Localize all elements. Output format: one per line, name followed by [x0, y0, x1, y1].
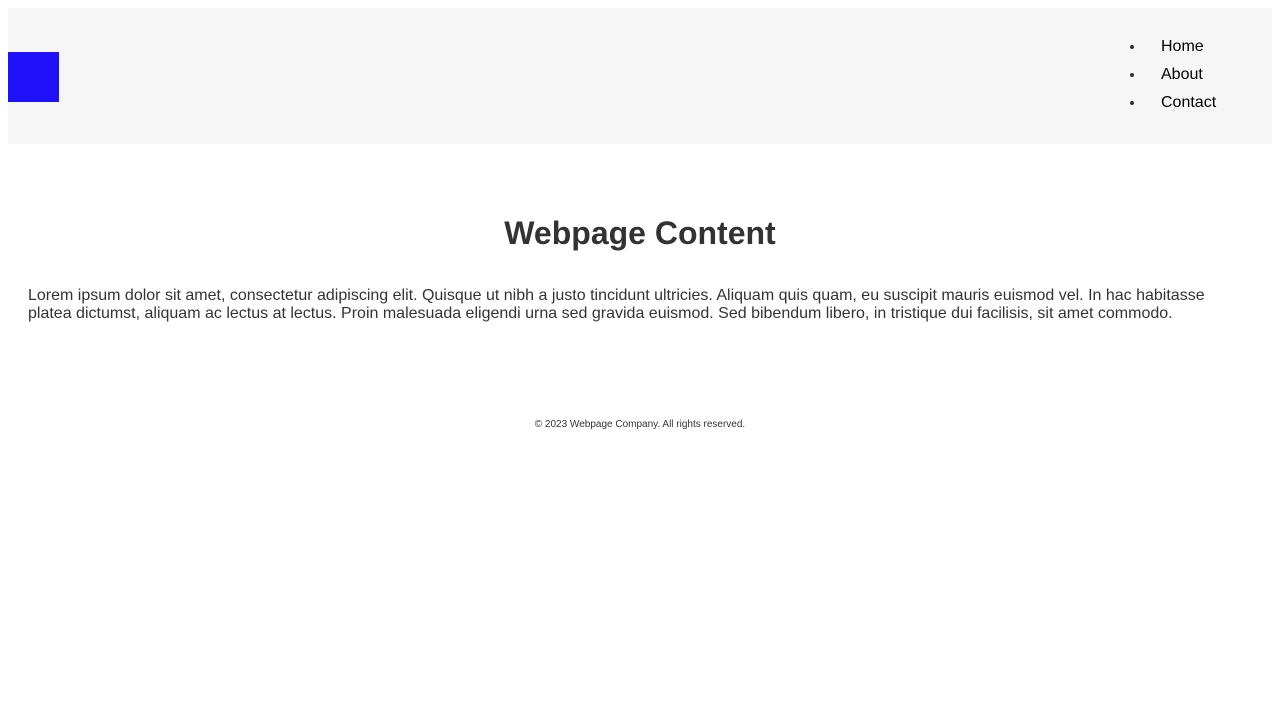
nav-item-home: Home [1145, 34, 1272, 62]
site-header: Home About Contact [8, 8, 1272, 144]
logo[interactable] [8, 51, 59, 102]
copyright-text: © 2023 Webpage Company. All rights reser… [534, 419, 746, 430]
page: Home About Contact Webpage Content Lorem… [0, 0, 1280, 720]
nav-link-contact[interactable]: Contact [1145, 90, 1216, 116]
nav-link-about[interactable]: About [1145, 62, 1203, 88]
main-navigation: Home About Contact [1122, 34, 1272, 118]
page-title: Webpage Content [504, 215, 776, 251]
nav-link-home[interactable]: Home [1145, 34, 1204, 60]
main-content: Webpage Content Lorem ipsum dolor sit am… [8, 213, 1272, 323]
nav-item-about: About [1145, 62, 1272, 90]
site-footer: © 2023 Webpage Company. All rights reser… [8, 419, 1272, 431]
nav-list: Home About Contact [1122, 34, 1272, 118]
content-paragraph: Lorem ipsum dolor sit amet, consectetur … [28, 287, 1205, 322]
nav-item-contact: Contact [1145, 90, 1272, 118]
